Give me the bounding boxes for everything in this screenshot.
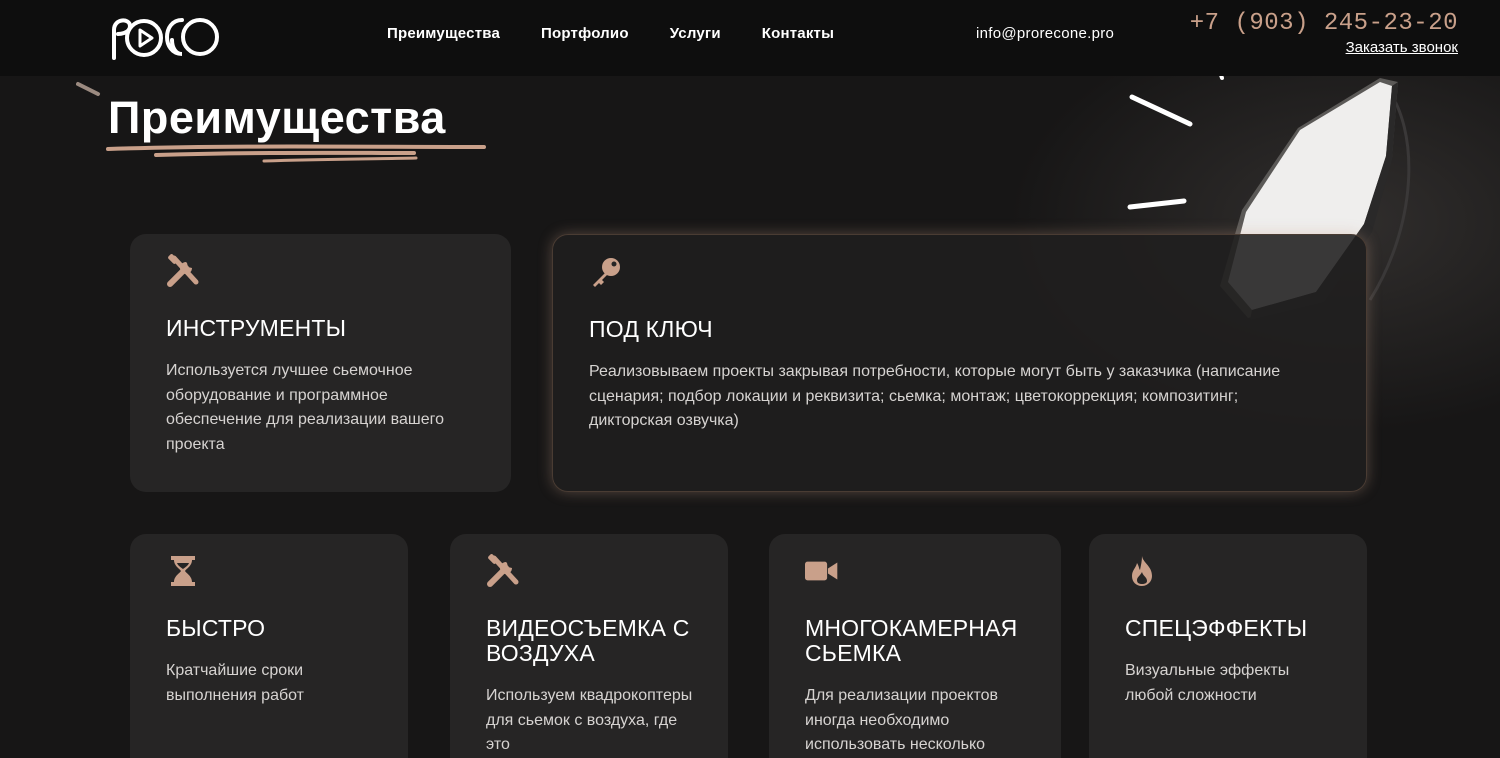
card-text: Кратчайшие сроки выполнения работ (166, 662, 304, 704)
card-text: Для реализации проектов иногда необходим… (805, 687, 999, 753)
card-title: СПЕЦЭФФЕКТЫ (1125, 615, 1308, 641)
nav-link-portfolio[interactable]: Портфолио (541, 25, 629, 42)
site-header: Преимущества Портфолио Услуги Контакты i… (0, 0, 1500, 76)
main-nav: Преимущества Портфолио Услуги Контакты (387, 25, 875, 42)
advantage-card-turnkey: ПОД КЛЮЧ Реализовываем проекты закрывая … (552, 234, 1367, 492)
card-text: Используется лучшее сьемочное оборудован… (166, 362, 444, 453)
key-icon (593, 258, 620, 287)
advantage-card-tools: ИНСТРУМЕНТЫ Используется лучшее сьемочно… (130, 234, 511, 492)
advantage-card-multicam: МНОГОКАМЕРНАЯ СЬЕМКА Для реализации прое… (769, 534, 1061, 758)
title-underline-stroke (106, 144, 486, 163)
logo-icon[interactable] (110, 12, 222, 62)
tools-icon (167, 254, 199, 287)
nav-link-advantages[interactable]: Преимущества (387, 25, 500, 42)
advantage-card-aerial: ВИДЕОСЪЕМКА С ВОЗДУХА Используем квадрок… (450, 534, 728, 758)
nav-link-contacts[interactable]: Контакты (762, 25, 834, 42)
card-title: ПОД КЛЮЧ (589, 316, 713, 342)
nav-link-services[interactable]: Услуги (670, 25, 721, 42)
decorative-scribble (76, 82, 100, 96)
card-title: БЫСТРО (166, 615, 266, 641)
card-title: ВИДЕОСЪЕМКА С ВОЗДУХА (486, 615, 690, 666)
card-text: Визуальные эффекты любой сложности (1125, 662, 1290, 704)
hourglass-icon (171, 556, 195, 586)
fire-icon (1132, 556, 1152, 586)
tools-icon (487, 554, 519, 587)
card-text: Используем квадрокоптеры для сьемок с во… (486, 687, 693, 753)
section-title: Преимущества (108, 92, 446, 143)
card-title: ИНСТРУМЕНТЫ (166, 315, 347, 341)
advantage-card-vfx: СПЕЦЭФФЕКТЫ Визуальные эффекты любой сло… (1089, 534, 1367, 758)
request-call-link[interactable]: Заказать звонок (1346, 39, 1458, 56)
card-text: Реализовываем проекты закрывая потребнос… (589, 363, 1281, 429)
advantage-card-fast: БЫСТРО Кратчайшие сроки выполнения работ (130, 534, 408, 758)
video-camera-icon (805, 561, 838, 581)
phone-link[interactable]: +7 (903) 245-23-20 (1190, 10, 1458, 37)
email-link[interactable]: info@prorecone.pro (976, 25, 1114, 42)
card-title: МНОГОКАМЕРНАЯ СЬЕМКА (805, 615, 1018, 666)
